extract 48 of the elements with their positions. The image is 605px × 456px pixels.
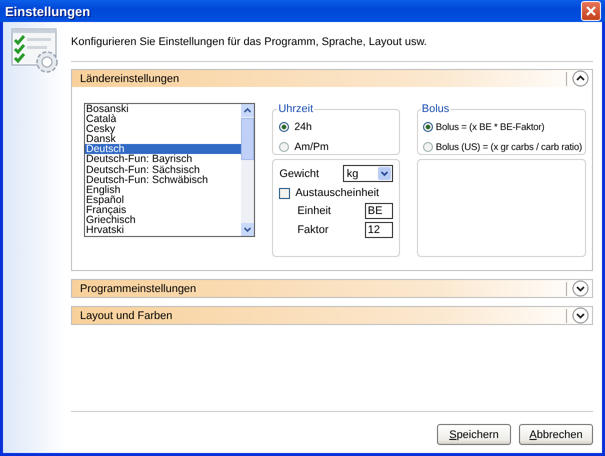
language-item[interactable]: Deutsch-Fun: Bayrisch bbox=[85, 154, 242, 165]
language-item[interactable]: Deutsch bbox=[85, 144, 242, 154]
scrollbar[interactable] bbox=[241, 104, 254, 236]
dialog-button[interactable]: Abbrechen bbox=[519, 424, 593, 445]
scroll-up-icon[interactable] bbox=[241, 104, 254, 117]
input-field[interactable]: 12 bbox=[364, 222, 393, 238]
weight-dropdown[interactable]: kg bbox=[342, 165, 393, 182]
radio-label: 24h bbox=[294, 121, 312, 133]
radio-button[interactable] bbox=[422, 142, 433, 152]
group-title: Bolus bbox=[420, 103, 450, 115]
section-title: Ländereinstellungen bbox=[80, 72, 180, 84]
header-text: Konfigurieren Sie Einstellungen für das Programm, Sprache, Layout usw. bbox=[71, 36, 428, 48]
radio-label: Am/Pm bbox=[294, 141, 329, 153]
checkbox[interactable] bbox=[279, 188, 290, 198]
scroll-down-icon[interactable] bbox=[241, 223, 254, 236]
field-label: Gewicht bbox=[279, 168, 320, 180]
language-item[interactable]: Griechisch bbox=[85, 215, 242, 226]
radio-label: Bolus (US) = (x gr carbs / carb ratio) bbox=[436, 142, 582, 152]
radio-button[interactable] bbox=[422, 122, 433, 132]
language-item[interactable]: Hrvatski bbox=[85, 225, 242, 236]
language-item[interactable]: Français bbox=[85, 204, 242, 216]
radio-button[interactable] bbox=[279, 142, 290, 152]
close-button[interactable] bbox=[581, 1, 601, 21]
expand-icon[interactable] bbox=[572, 280, 589, 297]
language-item[interactable]: Deutsch-Fun: Schwäbisch bbox=[85, 174, 242, 185]
window-title: Einstellungen bbox=[5, 4, 90, 18]
language-list[interactable]: Bosanski Català Cesky Dansk Deutsch Deutsch-Fun: Bayrisch Deutsch-Fun: Sächsisch Deutsch-Fun: Schwäbisch English Español Français Griechisch Hrvatski bbox=[84, 103, 256, 237]
radio-button[interactable] bbox=[279, 122, 290, 132]
language-item[interactable]: Català bbox=[85, 114, 242, 124]
collapse-icon[interactable] bbox=[572, 70, 589, 87]
section-title: Layout und Farben bbox=[80, 310, 174, 322]
group-title: Uhrzeit bbox=[277, 103, 314, 115]
input-field[interactable]: BE bbox=[364, 203, 393, 219]
expand-icon[interactable] bbox=[572, 307, 589, 324]
language-item[interactable]: English bbox=[85, 184, 242, 195]
checkbox-label: Austauscheinheit bbox=[295, 187, 380, 199]
language-item[interactable]: Dansk bbox=[85, 134, 242, 144]
language-item[interactable]: Cesky bbox=[85, 124, 242, 134]
field-label: Einheit bbox=[297, 205, 331, 217]
dialog-button[interactable]: Speichern bbox=[437, 424, 511, 445]
radio-label: Bolus = (x BE * BE-Faktor) bbox=[436, 122, 544, 132]
field-label: Faktor bbox=[297, 224, 328, 236]
language-item[interactable]: Español bbox=[85, 194, 242, 205]
dropdown-icon[interactable] bbox=[378, 167, 391, 180]
language-item[interactable]: Deutsch-Fun: Sächsisch bbox=[85, 164, 242, 175]
section-title: Programmeinstellungen bbox=[80, 282, 198, 294]
language-item[interactable]: Bosanski bbox=[85, 104, 242, 114]
close-icon[interactable] bbox=[585, 5, 597, 17]
